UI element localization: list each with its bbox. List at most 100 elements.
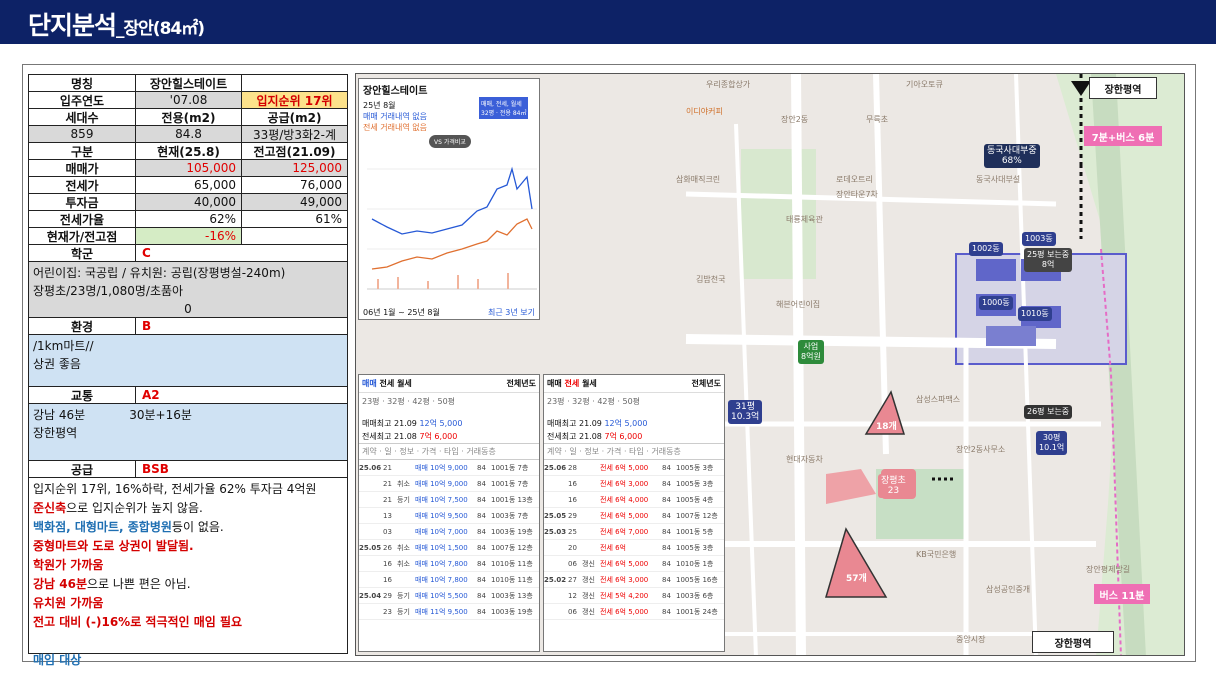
sale-label: 매매가 — [29, 160, 136, 176]
sale-current: 105,000 — [136, 160, 242, 176]
trade-row[interactable]: 25.04 29 등기 매매 10억 5,500 84 1003동 13층 — [359, 588, 539, 604]
map-label: 중앙시장 — [956, 635, 986, 644]
map-label: 기아오토큐 — [906, 80, 943, 89]
drop-label: 현재가/전고점 — [29, 228, 136, 244]
tab-jeonse[interactable]: 전세 — [380, 379, 395, 388]
map-area[interactable]: 우리종합상가 이디야커피 장안2동 무륙초 기아오토큐 로데오트리 장안타운7차… — [355, 73, 1185, 656]
compare-button[interactable]: VS 가격비교 — [429, 135, 471, 148]
station-top-box: 장한평역 — [1089, 77, 1157, 99]
trade-row[interactable]: 25.06 28 전세 6억 5,000 84 1005동 3층 — [544, 460, 724, 476]
chart-svg — [367, 166, 537, 290]
trade-row[interactable]: 16 전세 6억 4,000 84 1005동 4층 — [544, 492, 724, 508]
map-label: 무륙초 — [866, 115, 889, 124]
ratio-peak: 61% — [315, 212, 342, 226]
supply-header: 공급 BSB — [29, 461, 347, 478]
green-pin[interactable]: 사업 8억원 — [798, 340, 824, 364]
supply-line — [33, 632, 343, 651]
trade-row[interactable]: 25.05 26 취소 매매 10억 1,500 84 1007동 12층 — [359, 540, 539, 556]
supply-line: 전고 대비 (-)16%로 적극적인 매임 필요 — [33, 615, 243, 629]
tab-monthly-2[interactable]: 월세 — [582, 379, 597, 388]
map-label: 태룡체육관 — [786, 215, 823, 224]
trade-row[interactable]: 03 매매 10억 7,000 84 1003동 19층 — [359, 524, 539, 540]
supply-line: 유치원 가까움 — [33, 596, 104, 610]
price-pin[interactable]: 30평 10.1억 — [1036, 431, 1068, 455]
trade-row[interactable]: 21 취소 매매 10억 9,000 84 1001동 7층 — [359, 476, 539, 492]
trade-row[interactable]: 16 매매 10억 7,800 84 1010동 11층 — [359, 572, 539, 588]
trade-row[interactable]: 06 갱신 전세 6억 5,000 84 1001동 24층 — [544, 604, 724, 620]
elementary-pin[interactable]: 장평초 23 — [878, 474, 909, 498]
header-bar: 단지분석_장안(84㎡) — [0, 0, 1216, 44]
map-label: 우리종합상가 — [706, 80, 751, 89]
building-1002-pin[interactable]: 1002동 — [969, 242, 1003, 256]
map-label: 이디야커피 — [686, 107, 723, 116]
trade-row[interactable]: 20 전세 6억 84 1005동 3층 — [544, 540, 724, 556]
div-label: 구분 — [29, 143, 136, 159]
trade-row[interactable]: 25.05 29 전세 6억 5,000 84 1007동 12층 — [544, 508, 724, 524]
trade-row[interactable]: 25.02 27 갱신 전세 6억 3,000 84 1005동 16층 — [544, 572, 724, 588]
map-label: 장안타운7차 — [836, 190, 878, 199]
school-block: 어린이집: 국공립 / 유치원: 공립(장평병설-240m) 장평초/23명/1… — [29, 262, 347, 318]
building-1010-pin[interactable]: 1010동 — [1018, 307, 1052, 321]
trade-row[interactable]: 12 갱신 전세 5억 4,200 84 1003동 6층 — [544, 588, 724, 604]
sale-peak: 125,000 — [242, 160, 347, 176]
households-label: 세대수 — [29, 109, 136, 125]
households-value: 859 — [29, 126, 136, 142]
ratio-label: 전세가율 — [29, 211, 136, 227]
tab-sale[interactable]: 매매 — [362, 379, 377, 388]
map-label: 장안평제방길 — [1086, 565, 1131, 574]
supply-line: 중형마트와 도로 상권이 발달됨. — [33, 539, 194, 553]
trade-list-sale: 매매 전세 월세 전체년도 23평 · 32평 · 42평 · 50평 매매최고… — [358, 374, 540, 652]
name-label: 명칭 — [29, 75, 136, 91]
supply-block: 입지순위 17위, 16%하락, 전세가율 62% 투자금 4억원 준신축으로 입… — [29, 478, 347, 672]
traffic-text-1: 강남 46분 — [33, 408, 86, 422]
map-label: 김밥천국 — [696, 275, 726, 284]
left-price-pin[interactable]: 31평 10.3억 — [728, 400, 763, 424]
drop-current: -16% — [136, 228, 242, 244]
map-label: 현대자동차 — [786, 455, 823, 464]
invest-label: 투자금 — [29, 194, 136, 210]
year-filter-2[interactable]: 전체년도 — [692, 378, 721, 389]
trade-row[interactable]: 25.06 21 매매 10억 9,000 84 1001동 7층 — [359, 460, 539, 476]
trade-list-jeonse: 매매 전세 월세 전체년도 23평 · 32평 · 42평 · 50평 매매최고… — [543, 374, 725, 652]
exclusive-value: 84.8 — [136, 126, 242, 142]
brief-pin-2[interactable]: 26평 보는중 — [1024, 405, 1073, 419]
building-1003-pin[interactable]: 1003동 — [1022, 232, 1056, 246]
drop-peak — [242, 228, 347, 244]
tab-jeonse-2[interactable]: 전세 — [565, 379, 580, 388]
name-value: 장안힐스테이트 — [136, 75, 242, 91]
trade-rows-sale: 25.06 21 매매 10억 9,000 84 1001동 7층 21 취소 매매 10억 … — [359, 460, 539, 620]
triangle-label-2: 57개 — [846, 574, 867, 584]
trade-row[interactable]: 13 매매 10억 9,500 84 1003동 7층 — [359, 508, 539, 524]
map-label: 삼성공인중개 — [986, 585, 1031, 594]
year-filter[interactable]: 전체년도 — [507, 378, 536, 389]
chart-line2: 전세 거래내역 없음 — [363, 123, 427, 132]
map-label: 삼화매직크린 — [676, 175, 721, 184]
supply-line: 입지순위 17위, 16%하락, 전세가율 62% 투자금 4억원 — [33, 482, 317, 496]
chart-range: 06년 1월 ~ 25년 8월 — [363, 308, 440, 317]
school-pin[interactable]: 동국사대부중 68% — [984, 144, 1040, 168]
trade-row[interactable]: 16 취소 매매 10억 7,800 84 1010동 11층 — [359, 556, 539, 572]
tab-sale-2[interactable]: 매매 — [547, 379, 562, 388]
trade-row[interactable]: 06 갱신 전세 6억 5,000 84 1010동 1층 — [544, 556, 724, 572]
chart-filter[interactable]: 매매, 전세, 월세 32평 · 전용 84㎡ — [479, 97, 529, 119]
trade-row[interactable]: 21 등기 매매 10억 7,500 84 1001동 13층 — [359, 492, 539, 508]
invest-current: 40,000 — [136, 194, 242, 210]
trade-row[interactable]: 23 등기 매매 11억 9,500 84 1003동 19층 — [359, 604, 539, 620]
building-1000-pin[interactable]: 1000동 — [979, 296, 1013, 310]
map-label: 해븐어린이집 — [776, 300, 821, 309]
year-value: '07.08 — [136, 92, 242, 108]
tab-monthly[interactable]: 월세 — [397, 379, 412, 388]
recent-link[interactable]: 최근 3년 보기 — [488, 307, 535, 318]
map-label: 장안2동 — [781, 115, 809, 124]
map-label: KB국민은행 — [916, 550, 957, 559]
brief-pin[interactable]: 25평 보는중 8억 — [1024, 248, 1073, 272]
bus-box: 버스 11분 — [1094, 584, 1150, 604]
station-bottom-box: 장한평역 — [1032, 631, 1114, 653]
jeonse-current: 65,000 — [136, 177, 242, 193]
current-label: 현재(25.8) — [136, 143, 242, 159]
walk-box: 7분+버스 6분 — [1084, 126, 1162, 146]
trade-row[interactable]: 16 전세 6억 3,000 84 1005동 3층 — [544, 476, 724, 492]
exclusive-label: 전용(m2) — [136, 109, 242, 125]
trade-row[interactable]: 25.03 25 전세 6억 7,000 84 1001동 5층 — [544, 524, 724, 540]
trade-rows-jeonse: 25.06 28 전세 6억 5,000 84 1005동 3층 16 전세 6억 3,00… — [544, 460, 724, 620]
